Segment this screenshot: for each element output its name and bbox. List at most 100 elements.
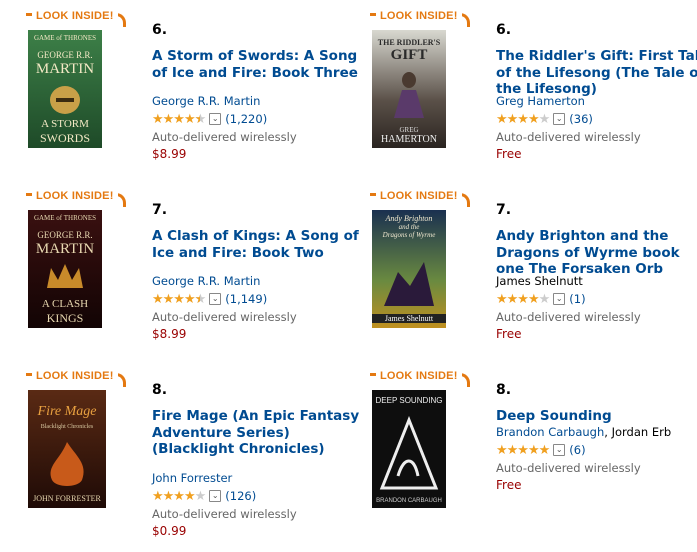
book-title-link[interactable]: Deep Sounding bbox=[496, 408, 697, 425]
cover-text: GEORGE R.R. bbox=[37, 230, 93, 240]
rating-row: ★★★★★ ⌄ (6) bbox=[496, 442, 697, 458]
fire-icon bbox=[50, 442, 84, 486]
cover-text: A STORM bbox=[41, 118, 89, 130]
author-link[interactable]: Greg Hamerton bbox=[496, 94, 697, 108]
cover-text: and the bbox=[398, 223, 420, 231]
star-rating-icon[interactable]: ★★★★★ bbox=[496, 112, 550, 127]
star-rating-icon[interactable]: ★★★★★★ bbox=[152, 112, 206, 127]
author-link[interactable]: George R.R. Martin bbox=[152, 94, 367, 108]
cover-text: GAME of THRONES bbox=[33, 34, 97, 42]
rank-number: 8. bbox=[496, 382, 512, 398]
book-title-link[interactable]: A Storm of Swords: A Song of Ice and Fir… bbox=[152, 48, 367, 81]
review-count-link[interactable]: (126) bbox=[225, 489, 256, 503]
price: $8.99 bbox=[152, 327, 187, 341]
book-cover[interactable]: GAME of THRONES GEORGE R.R. MARTIN A CLA… bbox=[28, 210, 102, 328]
look-inside-badge[interactable]: LOOK INSIDE! bbox=[376, 188, 462, 204]
cover-text: Fire Mage bbox=[37, 404, 97, 419]
book-item: LOOK INSIDE! Andy Brighton and the Drago… bbox=[370, 188, 697, 368]
price: $0.99 bbox=[152, 524, 187, 538]
delivery-label: Auto-delivered wirelessly bbox=[152, 507, 297, 521]
author-link[interactable]: John Forrester bbox=[152, 471, 367, 485]
star-rating-icon[interactable]: ★★★★★ bbox=[152, 489, 206, 504]
delivery-label: Auto-delivered wirelessly bbox=[152, 130, 297, 144]
book-item: LOOK INSIDE! Fire Mage Blacklight Chroni… bbox=[26, 368, 366, 548]
book-title-link[interactable]: The Riddler's Gift: First Tale of the Li… bbox=[496, 48, 697, 98]
delivery-label: Auto-delivered wirelessly bbox=[496, 310, 641, 324]
rating-row: ★★★★★★ ⌄ (1,149) bbox=[152, 291, 367, 307]
book-item: LOOK INSIDE! DEEP SOUNDING BRANDON CARBA… bbox=[370, 368, 697, 548]
book-cover[interactable]: Fire Mage Blacklight Chronicles JOHN FOR… bbox=[28, 390, 106, 508]
rank-number: 6. bbox=[496, 22, 512, 38]
author-link[interactable]: George R.R. Martin bbox=[152, 274, 367, 288]
star-rating-icon[interactable]: ★★★★★★ bbox=[152, 292, 206, 307]
tentacle-icon bbox=[379, 416, 439, 490]
book-cover[interactable]: THE RIDDLER'S GIFT GREG HAMERTON bbox=[372, 30, 446, 148]
book-item: LOOK INSIDE! THE RIDDLER'S GIFT GREG HAM… bbox=[370, 8, 697, 188]
look-inside-badge[interactable]: LOOK INSIDE! bbox=[376, 8, 462, 24]
cover-text: SWORDS bbox=[39, 131, 90, 145]
cover-text: DEEP SOUNDING bbox=[375, 396, 443, 405]
cover-text: GAME of THRONES bbox=[33, 214, 97, 222]
author-name: James Shelnutt bbox=[496, 274, 583, 288]
book-title-link[interactable]: Fire Mage (An Epic Fantasy Adventure Ser… bbox=[152, 408, 367, 458]
co-author-name: , Jordan Erb bbox=[604, 425, 672, 439]
book-cover[interactable]: GAME of THRONES GEORGE R.R. MARTIN A STO… bbox=[28, 30, 102, 148]
review-count-link[interactable]: (36) bbox=[569, 112, 593, 126]
cover-text: THE RIDDLER'S bbox=[377, 38, 441, 47]
chevron-down-icon[interactable]: ⌄ bbox=[209, 113, 222, 125]
cover-text: GREG bbox=[399, 126, 419, 134]
price: $8.99 bbox=[152, 147, 187, 161]
book-item: LOOK INSIDE! GAME of THRONES GEORGE R.R.… bbox=[26, 8, 366, 188]
cover-text: Blacklight Chronicles bbox=[40, 424, 94, 430]
review-count-link[interactable]: (1) bbox=[569, 292, 585, 306]
delivery-label: Auto-delivered wirelessly bbox=[152, 310, 297, 324]
chevron-down-icon[interactable]: ⌄ bbox=[209, 293, 222, 305]
cover-text: MARTIN bbox=[35, 241, 95, 257]
rating-row: ★★★★★ ⌄ (126) bbox=[152, 488, 367, 504]
rating-row: ★★★★★ ⌄ (1) bbox=[496, 291, 697, 307]
book-title-link[interactable]: A Clash of Kings: A Song of Ice and Fire… bbox=[152, 228, 367, 261]
author-link[interactable]: Brandon Carbaugh bbox=[496, 425, 604, 439]
book-cover[interactable]: Andy Brighton and the Dragons of Wyrme J… bbox=[372, 210, 446, 328]
rank-number: 8. bbox=[152, 382, 168, 398]
rank-number: 7. bbox=[496, 202, 512, 218]
price: Free bbox=[496, 478, 522, 492]
star-rating-icon[interactable]: ★★★★★ bbox=[496, 443, 550, 458]
chevron-down-icon[interactable]: ⌄ bbox=[553, 113, 566, 125]
rating-row: ★★★★★ ⌄ (36) bbox=[496, 111, 697, 127]
cover-text: JOHN FORRESTER bbox=[33, 494, 101, 503]
cover-text: MARTIN bbox=[35, 61, 95, 77]
chevron-down-icon[interactable]: ⌄ bbox=[553, 444, 566, 456]
chevron-down-icon[interactable]: ⌄ bbox=[209, 490, 222, 502]
look-inside-badge[interactable]: LOOK INSIDE! bbox=[376, 368, 462, 384]
price: Free bbox=[496, 327, 522, 341]
delivery-label: Auto-delivered wirelessly bbox=[496, 461, 641, 475]
dragon-icon bbox=[384, 262, 434, 306]
rank-number: 7. bbox=[152, 202, 168, 218]
cover-text: James Shelnutt bbox=[372, 314, 446, 323]
cover-text: HAMERTON bbox=[381, 134, 437, 145]
book-item: LOOK INSIDE! GAME of THRONES GEORGE R.R.… bbox=[26, 188, 366, 368]
rating-row: ★★★★★★ ⌄ (1,220) bbox=[152, 111, 367, 127]
cover-text: A CLASH bbox=[41, 298, 89, 310]
cover-text: KINGS bbox=[46, 311, 84, 325]
review-count-link[interactable]: (1,149) bbox=[225, 292, 267, 306]
helmet-icon bbox=[50, 86, 80, 114]
look-inside-badge[interactable]: LOOK INSIDE! bbox=[32, 188, 118, 204]
rank-number: 6. bbox=[152, 22, 168, 38]
cover-text: BRANDON CARBAUGH bbox=[376, 498, 442, 504]
look-inside-badge[interactable]: LOOK INSIDE! bbox=[32, 368, 118, 384]
delivery-label: Auto-delivered wirelessly bbox=[496, 130, 641, 144]
chevron-down-icon[interactable]: ⌄ bbox=[553, 293, 566, 305]
book-title-link[interactable]: Andy Brighton and the Dragons of Wyrme b… bbox=[496, 228, 697, 278]
star-rating-icon[interactable]: ★★★★★ bbox=[496, 292, 550, 307]
look-inside-badge[interactable]: LOOK INSIDE! bbox=[32, 8, 118, 24]
figure-icon bbox=[394, 72, 424, 118]
cover-text: Dragons of Wyrme bbox=[382, 231, 436, 239]
cover-text: GIFT bbox=[390, 47, 428, 63]
review-count-link[interactable]: (6) bbox=[569, 443, 585, 457]
cover-text: Andy Brighton bbox=[385, 214, 433, 223]
book-cover[interactable]: DEEP SOUNDING BRANDON CARBAUGH bbox=[372, 390, 446, 508]
review-count-link[interactable]: (1,220) bbox=[225, 112, 267, 126]
cover-text: GEORGE R.R. bbox=[37, 50, 93, 60]
